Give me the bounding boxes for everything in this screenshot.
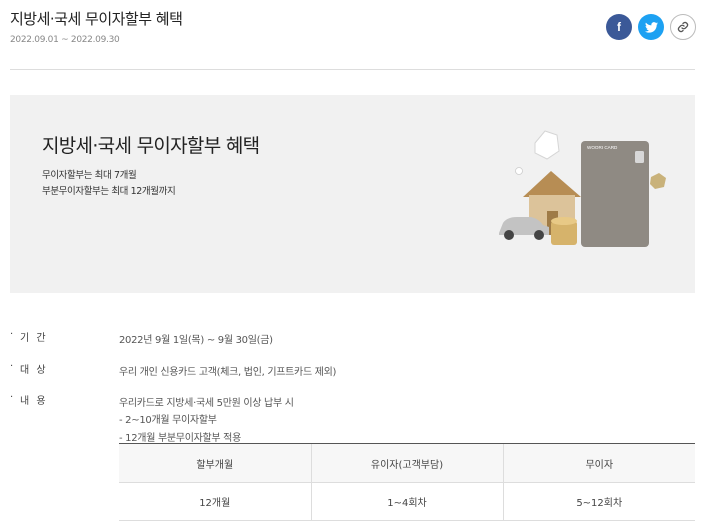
link-icon — [677, 21, 689, 33]
content-label: 내 용 — [20, 396, 48, 407]
target-label: 대 상 — [20, 365, 48, 376]
crystal-cube — [534, 130, 560, 160]
banner-line-installment: 무이자할부는 최대 7개월 — [42, 170, 137, 181]
banner-illustration: WOORI CARD — [499, 130, 666, 247]
content-line-3: - 12개월 부분무이자할부 적용 — [119, 433, 241, 444]
content-line-1: 우리카드로 지방세·국세 5만원 이상 납부 시 — [119, 398, 294, 409]
table-header: 무이자 — [502, 443, 695, 483]
promo-banner: 지방세·국세 무이자할부 혜택 무이자할부는 최대 7개월 부분무이자할부는 최… — [10, 95, 695, 293]
target-value: 우리 개인 신용카드 고객(체크, 법인, 기프트카드 제외) — [119, 367, 337, 378]
table-cell: 1~4회차 — [310, 482, 503, 521]
twitter-share-button[interactable] — [638, 14, 664, 40]
card-brand: WOORI CARD — [587, 145, 618, 150]
facebook-share-button[interactable]: f — [606, 14, 632, 40]
header-divider — [10, 69, 695, 70]
target-bullet: · — [10, 361, 14, 372]
facebook-icon: f — [617, 20, 621, 34]
table-header: 할부개월 — [119, 443, 311, 483]
page-title: 지방세·국세 무이자할부 혜택 — [10, 10, 183, 28]
table-cell: 5~12회차 — [502, 482, 695, 521]
event-period: 2022.09.01 ~ 2022.09.30 — [10, 35, 120, 45]
table-cell: 12개월 — [119, 482, 311, 521]
table-row: 12개월 1~4회차 5~12회차 — [119, 482, 695, 521]
installment-table: 할부개월 유이자(고객부담) 무이자 12개월 1~4회차 5~12회차 — [119, 443, 695, 521]
content-bullet: · — [10, 392, 14, 403]
gold-gem — [650, 173, 666, 189]
sparkle-dot — [515, 167, 523, 175]
content-line-2: - 2~10개월 무이자할부 — [119, 415, 217, 426]
period-value: 2022년 9월 1일(목) ~ 9월 30일(금) — [119, 335, 273, 346]
table-header: 유이자(고객부담) — [310, 443, 503, 483]
period-bullet: · — [10, 329, 14, 340]
twitter-icon — [644, 21, 658, 33]
period-label: 기 간 — [20, 333, 48, 344]
credit-card: WOORI CARD — [581, 141, 649, 247]
copy-link-button[interactable] — [670, 14, 696, 40]
banner-line-partial: 부분무이자할부는 최대 12개월까지 — [42, 186, 176, 197]
house-roof — [523, 171, 581, 197]
banner-title: 지방세·국세 무이자할부 혜택 — [42, 135, 260, 157]
table-header-row: 할부개월 유이자(고객부담) 무이자 — [119, 443, 695, 483]
